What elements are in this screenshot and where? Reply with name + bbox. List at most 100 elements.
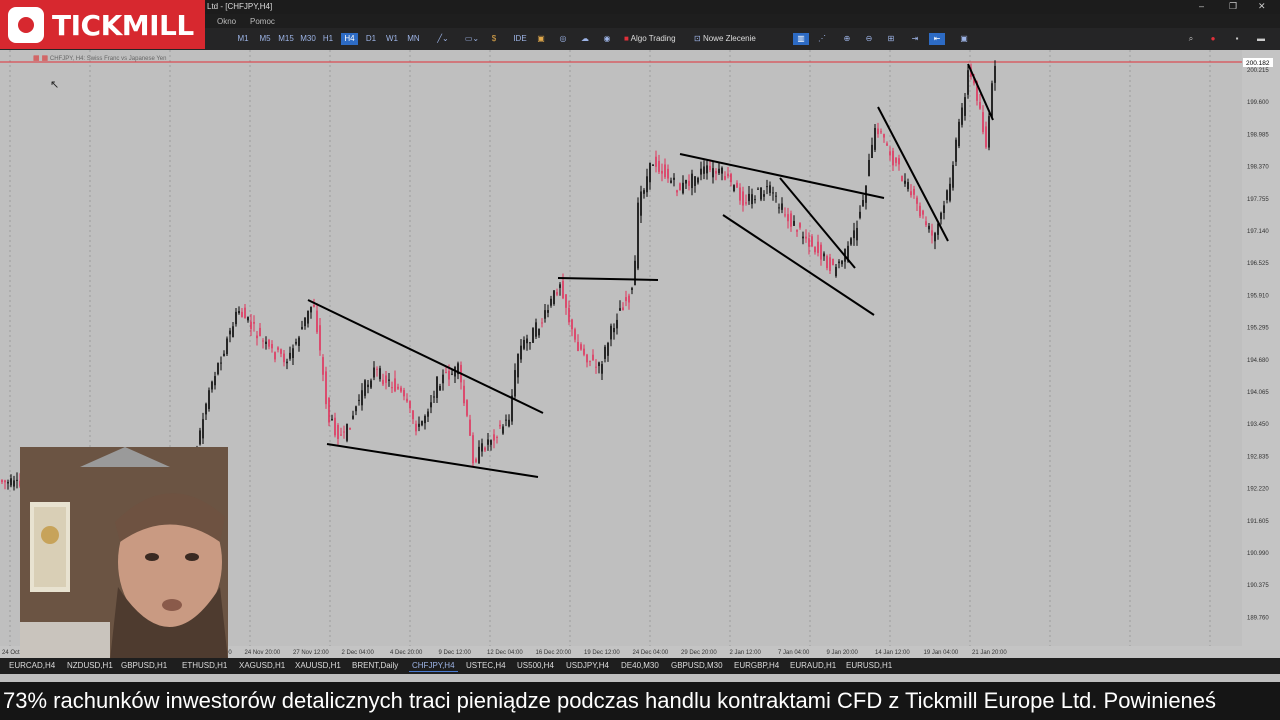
price-tick-label: 196.525 xyxy=(1247,261,1269,267)
candle-body xyxy=(373,367,375,378)
candle-body xyxy=(256,335,258,339)
candle-body xyxy=(961,107,963,125)
candle-body xyxy=(736,182,738,188)
candle-body xyxy=(427,411,429,417)
candle-body xyxy=(703,166,705,174)
candle-body xyxy=(658,160,660,172)
time-tick-label: 27 Nov 12:00 xyxy=(293,650,329,656)
menu-pomoc[interactable]: Pomoc xyxy=(250,17,275,26)
tab-de40-m30[interactable]: DE40,M30 xyxy=(618,661,662,671)
candle-body xyxy=(466,400,468,416)
tab-nzdusd-h1[interactable]: NZDUSD,H1 xyxy=(64,661,116,671)
candle-body xyxy=(796,229,798,232)
candle-body xyxy=(838,261,840,264)
candle-body xyxy=(820,244,822,260)
tab-xagusd-h1[interactable]: XAGUSD,H1 xyxy=(236,661,288,671)
timeframe-h1-button[interactable]: H1 xyxy=(321,33,335,45)
timeframe-m1-button[interactable]: M1 xyxy=(236,33,250,45)
candle-body xyxy=(235,311,237,325)
candle-body xyxy=(307,310,309,324)
candle-body xyxy=(853,230,855,239)
tab-eurgbp-h4[interactable]: EURGBP,H4 xyxy=(731,661,782,671)
indicators-icon[interactable]: ⋰ xyxy=(815,33,829,45)
candle-body xyxy=(514,370,516,397)
candle-body xyxy=(694,176,696,186)
algo-trading-icon: ■ xyxy=(624,34,629,43)
close-icon[interactable]: ✕ xyxy=(1258,1,1266,12)
chart-shift-icon[interactable]: ⇤ xyxy=(929,33,945,45)
tab-eurcad-h4[interactable]: EURCAD,H4 xyxy=(6,661,58,671)
tab-euraud-h1[interactable]: EURAUD,H1 xyxy=(787,661,839,671)
tile-windows-icon[interactable]: ⊞ xyxy=(884,33,898,45)
template-icon[interactable]: ▭⌄ xyxy=(460,33,484,45)
candle-body xyxy=(832,258,834,266)
search-icon[interactable]: ⌕ xyxy=(1184,33,1198,45)
menu-okno[interactable]: Okno xyxy=(217,17,236,26)
tab-chfjpy-h4[interactable]: CHFJPY,H4 xyxy=(409,661,458,672)
tab-ustec-h4[interactable]: USTEC,H4 xyxy=(463,661,509,671)
candle-body xyxy=(583,348,585,355)
notifications-icon[interactable]: ● xyxy=(1206,33,1220,45)
vps-icon[interactable]: ◉ xyxy=(600,33,614,45)
timeframe-mn-button[interactable]: MN xyxy=(405,33,422,45)
timeframe-d1-button[interactable]: D1 xyxy=(364,33,378,45)
candle-body xyxy=(280,349,282,354)
autoscroll-icon[interactable]: ⇥ xyxy=(907,33,923,45)
zoom-out-icon[interactable]: ⊖ xyxy=(862,33,876,45)
candle-body xyxy=(631,288,633,290)
minimize-icon[interactable]: – xyxy=(1199,1,1204,11)
price-tick-label: 190.990 xyxy=(1247,551,1269,557)
timeframe-m15-button[interactable]: M15 xyxy=(277,33,295,45)
market-icon[interactable]: ▣ xyxy=(535,33,547,45)
chart-type-icon[interactable]: ╱⌄ xyxy=(430,33,456,45)
candle-body xyxy=(547,310,549,313)
new-order-button[interactable]: ⊡ Nowe Zlecenie xyxy=(694,33,764,45)
candle-body xyxy=(247,317,249,321)
candle-body xyxy=(649,162,651,183)
account-icon[interactable]: ▪ xyxy=(1230,33,1244,45)
timeframe-m30-button[interactable]: M30 xyxy=(299,33,317,45)
candle-body xyxy=(361,390,363,406)
timeframe-h4-button[interactable]: H4 xyxy=(341,33,358,45)
zoom-in-icon[interactable]: ⊕ xyxy=(840,33,854,45)
candle-body xyxy=(721,167,723,174)
candle-body xyxy=(862,200,864,207)
signals-icon[interactable]: ◎ xyxy=(556,33,570,45)
maximize-icon[interactable]: ❐ xyxy=(1229,1,1237,12)
cloud-icon[interactable]: ☁ xyxy=(578,33,592,45)
candle-body xyxy=(634,260,636,286)
ide-button[interactable]: IDE xyxy=(512,33,528,45)
tab-ethusd-h1[interactable]: ETHUSD,H1 xyxy=(179,661,230,671)
strategy-tester-icon[interactable]: $ xyxy=(488,33,500,45)
candle-body xyxy=(745,202,747,204)
tab-gbpusd-m30[interactable]: GBPUSD,M30 xyxy=(668,661,726,671)
candle-body xyxy=(328,397,330,423)
timeframe-w1-button[interactable]: W1 xyxy=(385,33,399,45)
tab-eurusd-h1[interactable]: EURUSD,H1 xyxy=(843,661,895,671)
tab-usdjpy-h4[interactable]: USDJPY,H4 xyxy=(563,661,612,671)
candle-body xyxy=(607,343,609,356)
candle-body xyxy=(367,384,369,388)
candle-body xyxy=(673,177,675,180)
tickmill-logo: TICKMILL xyxy=(0,0,205,49)
tab-gbpusd-h1[interactable]: GBPUSD,H1 xyxy=(118,661,170,671)
tab-brent-daily[interactable]: BRENT,Daily xyxy=(349,661,401,671)
candle-body xyxy=(331,418,333,420)
depth-of-market-icon[interactable]: ▥ xyxy=(793,33,809,45)
price-tick-label: 194.065 xyxy=(1247,390,1269,396)
candle-body xyxy=(16,479,18,481)
candle-body xyxy=(934,233,936,242)
price-tick-label: 197.140 xyxy=(1247,229,1269,235)
candle-body xyxy=(292,348,294,359)
tab-us500-h4[interactable]: US500,H4 xyxy=(514,661,557,671)
screenshot-icon[interactable]: ▣ xyxy=(956,33,972,45)
candle-body xyxy=(421,421,423,426)
tab-xauusd-h1[interactable]: XAUUSD,H1 xyxy=(292,661,344,671)
candle-body xyxy=(406,398,408,402)
candle-body xyxy=(325,371,327,405)
time-tick-label: 7 Jan 04:00 xyxy=(778,650,810,656)
timeframe-m5-button[interactable]: M5 xyxy=(257,33,273,45)
candle-body xyxy=(433,396,435,398)
candle-body xyxy=(382,379,384,385)
algo-trading-button[interactable]: ■ Algo Trading xyxy=(624,33,688,45)
